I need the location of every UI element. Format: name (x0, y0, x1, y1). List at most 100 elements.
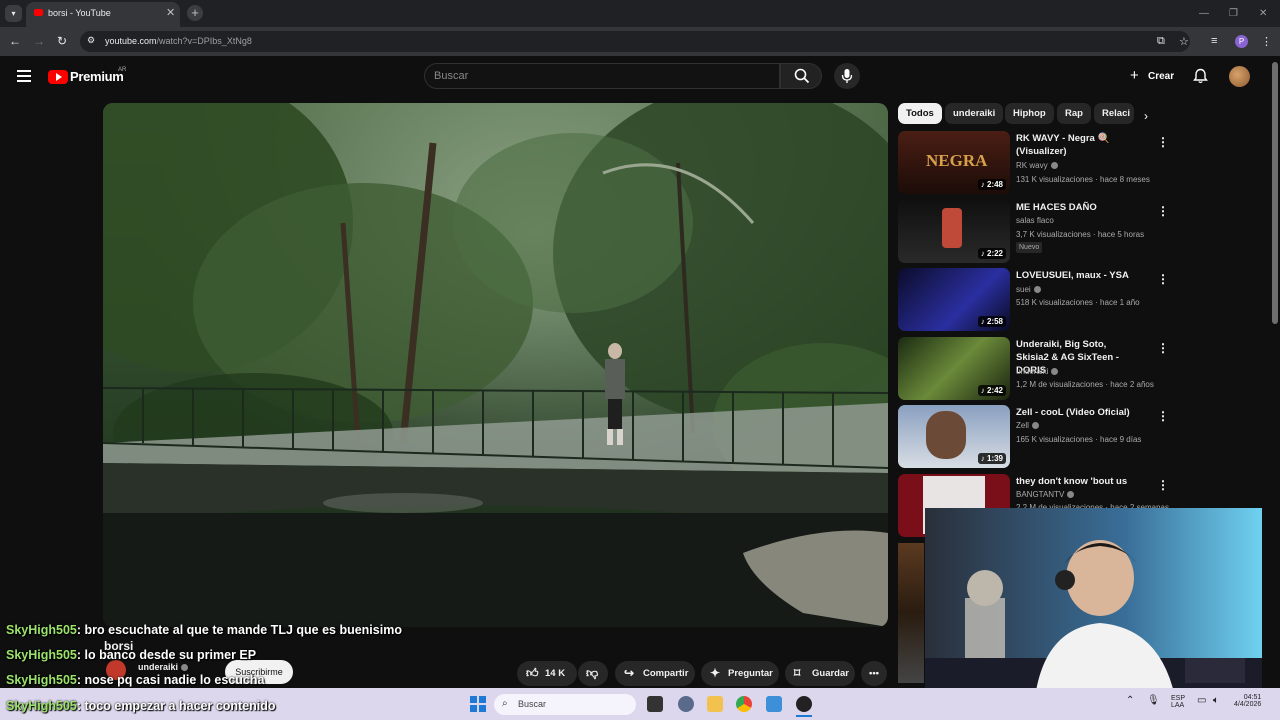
language-code: ESP (1171, 695, 1186, 702)
file-explorer-icon[interactable] (707, 696, 723, 712)
ask-button[interactable]: ✦ Preguntar (701, 661, 779, 686)
bookmark-icon: ⌑ (794, 666, 801, 680)
video-duration: ♪ 2:58 (977, 316, 1006, 327)
tray-overflow-icon[interactable]: ⌃ (1126, 695, 1134, 706)
save-label: Guardar (812, 668, 849, 679)
recommendation-thumbnail[interactable]: ♪ 1:39 (898, 405, 1010, 468)
mail-app-icon[interactable] (766, 696, 782, 712)
browser-menu-icon[interactable]: ⋮ (1261, 35, 1272, 48)
save-button[interactable]: ⌑ Guardar (785, 661, 855, 686)
webcam-overlay (925, 508, 1262, 697)
site-info-icon[interactable]: ⚙ (87, 35, 95, 46)
chip-hiphop[interactable]: Hiphop (1005, 103, 1054, 124)
share-button[interactable]: ↪ Compartir (615, 661, 695, 686)
bookmark-star-icon[interactable]: ☆ (1179, 35, 1189, 48)
search-input[interactable] (424, 63, 780, 89)
recommendation-channel[interactable]: underaiki (1016, 367, 1059, 376)
network-icon[interactable]: ▭ (1197, 695, 1206, 706)
chevron-right-icon[interactable]: › (1144, 109, 1148, 123)
recommendation-thumbnail[interactable]: ♪ 2:22 (898, 200, 1010, 263)
url-text[interactable]: youtube.com/watch?v=DPIbs_XtNg8 (105, 36, 252, 46)
recommendation-title[interactable]: Zell - cooL (Video Oficial) (1016, 406, 1141, 419)
window-close-icon[interactable]: ✕ (1259, 8, 1267, 19)
clock-date: 4/4/2026 (1234, 701, 1262, 708)
chip-todos[interactable]: Todos (898, 103, 942, 124)
like-count: 14 K (545, 668, 566, 679)
recommendation-thumbnail[interactable]: ♪ 2:58 (898, 268, 1010, 331)
maximize-icon[interactable]: ❐ (1229, 8, 1238, 19)
recommendation-title[interactable]: LOVEUSUEI, maux - YSA (1016, 269, 1141, 282)
notifications-bell-icon[interactable] (1193, 68, 1208, 84)
more-actions-icon[interactable]: ⋮ (1157, 135, 1169, 149)
taskbar-search-label: Buscar (518, 699, 547, 709)
premium-brand[interactable]: Premium (70, 69, 124, 84)
tab-search-menu[interactable]: ▾ (5, 5, 22, 22)
new-tab-button[interactable]: + (187, 5, 203, 21)
task-view-icon[interactable] (647, 696, 663, 712)
search-button[interactable] (780, 63, 822, 89)
share-icon: ↪ (624, 666, 635, 680)
verified-icon (181, 664, 189, 672)
more-actions-icon[interactable]: ⋮ (1157, 409, 1169, 423)
url-host: youtube.com (105, 36, 157, 46)
chat-username: SkyHigh505 (6, 623, 77, 637)
reload-icon[interactable]: ↻ (57, 34, 67, 48)
plus-icon: + (1130, 67, 1139, 84)
tab-close-icon[interactable]: ✕ (166, 6, 175, 19)
chat-message: SkyHigh505: lo banco desde su primer EP (6, 648, 256, 662)
account-avatar[interactable] (1229, 66, 1250, 87)
more-actions-icon[interactable]: ⋮ (1157, 204, 1169, 218)
like-button[interactable]: 👍︎ 14 K (517, 661, 577, 686)
input-language[interactable]: ESP LAA (1171, 695, 1185, 709)
chip-rap[interactable]: Rap (1057, 103, 1091, 124)
page-scrollbar[interactable] (1272, 62, 1278, 324)
keyboard-layout: LAA (1171, 702, 1185, 709)
channel-name-text: underaiki (138, 662, 179, 672)
forward-icon[interactable]: → (33, 34, 45, 48)
recommendation-thumbnail[interactable]: ♪ 2:42 (898, 337, 1010, 400)
clock[interactable]: 04:51 4/4/2026 (1234, 694, 1261, 708)
youtube-logo-icon[interactable] (48, 70, 68, 84)
chip-underaiki[interactable]: underaiki (945, 103, 1004, 124)
recommendation-channel[interactable]: Zell (1016, 421, 1039, 430)
recommendation-meta: 1,2 M de visualizaciones · hace 2 años (1016, 380, 1154, 389)
voice-search-button[interactable] (834, 63, 860, 89)
webcam-feed (925, 508, 1262, 697)
clock-time: 04:51 (1243, 694, 1262, 701)
chat-message: SkyHigh505: toco empezar a hacer conteni… (6, 699, 276, 713)
search-icon (794, 68, 810, 84)
verified-icon (1050, 162, 1058, 170)
more-actions-icon[interactable]: ⋮ (1157, 272, 1169, 286)
dislike-button[interactable]: 👎︎ (578, 661, 608, 686)
more-actions-icon[interactable]: ⋮ (1157, 478, 1169, 492)
back-icon[interactable]: ← (9, 34, 21, 48)
recommendation-channel[interactable]: RK wavy (1016, 161, 1058, 170)
channel-name[interactable]: underaiki (138, 662, 189, 672)
obs-icon[interactable] (796, 696, 812, 712)
recommendation-channel[interactable]: salas flaco (1016, 216, 1054, 225)
recommendation-title[interactable]: RK WAVY - Negra 🍭 (Visualizer) (1016, 132, 1141, 158)
taskbar-search[interactable] (494, 694, 636, 715)
microphone-tray-icon[interactable]: 🎙︎ (1147, 695, 1160, 706)
recommendation-channel[interactable]: BANGTANTV (1016, 490, 1075, 499)
recommendation-channel[interactable]: suei (1016, 285, 1041, 294)
settings-gear-icon[interactable] (678, 696, 694, 712)
chrome-icon[interactable] (736, 696, 752, 712)
minimize-icon[interactable]: — (1199, 8, 1209, 19)
recommendation-thumbnail[interactable]: NEGRA ♪ 2:48 (898, 131, 1010, 194)
profile-avatar[interactable]: P (1235, 35, 1248, 48)
video-player[interactable] (103, 103, 888, 627)
thumbnail-art (926, 411, 966, 459)
windows-start-icon[interactable] (470, 696, 486, 712)
recommendation-title[interactable]: ME HACES DAÑO (1016, 201, 1141, 214)
guide-menu-icon[interactable] (17, 70, 31, 82)
video-frame-scene (103, 103, 888, 627)
install-app-icon[interactable]: ⧉ (1157, 35, 1165, 48)
media-controls-icon[interactable]: ≡ (1211, 35, 1217, 47)
volume-icon[interactable]: 🔈︎ (1213, 695, 1219, 706)
more-actions-button[interactable]: ••• (861, 661, 887, 686)
more-actions-icon[interactable]: ⋮ (1157, 341, 1169, 355)
chip-relacionados[interactable]: Relaci (1094, 103, 1134, 124)
recommendation-thumbnail-partial[interactable] (898, 543, 924, 683)
recommendation-title[interactable]: they don't know 'bout us (1016, 475, 1141, 488)
